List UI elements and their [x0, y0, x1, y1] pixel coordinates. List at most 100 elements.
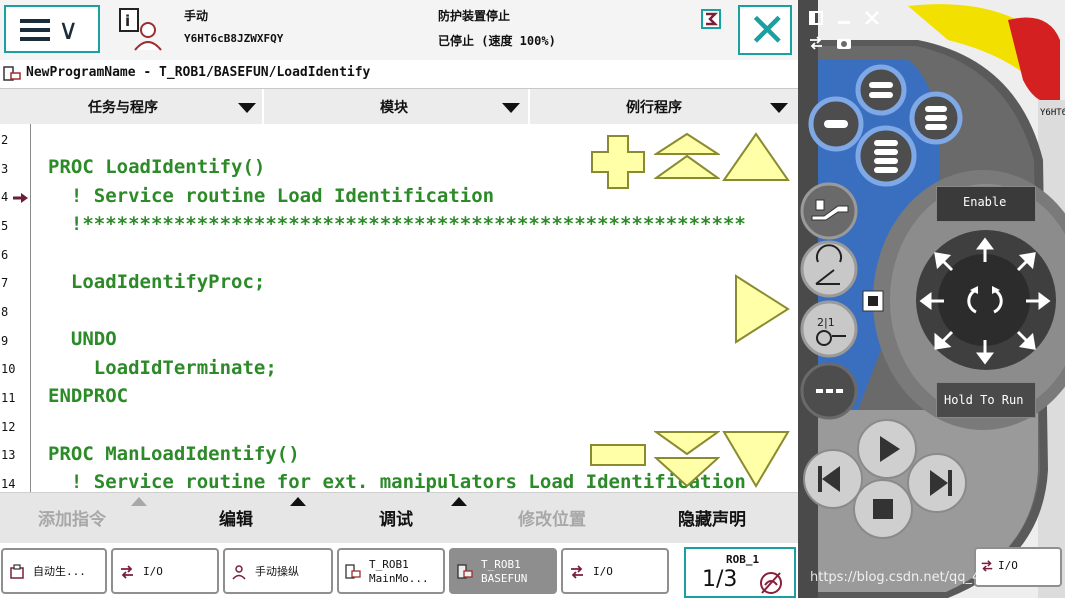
scroll-down-icon[interactable]: [722, 430, 790, 492]
close-icon: ✕: [748, 3, 787, 57]
swap-icon[interactable]: [808, 36, 824, 50]
taskbar-item-io[interactable]: I/O: [111, 548, 219, 594]
taskbar-item-autogen[interactable]: 自动生...: [1, 548, 107, 594]
camera-icon[interactable]: [836, 36, 852, 50]
taskbar-sublabel: MainMo...: [369, 572, 429, 585]
operator-info-icon[interactable]: i: [116, 6, 166, 54]
page-up-icon[interactable]: [654, 132, 720, 182]
line-number: 4: [1, 190, 9, 204]
add-instruction-button[interactable]: 添加指令: [38, 505, 106, 530]
code-line[interactable]: ! Service routine Load Identification: [48, 185, 494, 207]
chevron-down-icon: [770, 103, 788, 113]
key-4-button[interactable]: [854, 124, 918, 188]
modify-position-button[interactable]: 修改位置: [518, 505, 586, 530]
operating-mode: 手动: [184, 9, 209, 23]
taskbar-label: T_ROB1: [369, 558, 409, 571]
scroll-right-icon[interactable]: [734, 274, 790, 344]
zoom-in-icon[interactable]: [588, 132, 648, 192]
mechanical-unit-label: ROB_1: [726, 553, 760, 566]
scroll-up-icon[interactable]: [722, 132, 790, 184]
watermark-text: https://blog.csdn.net/qq_42033009: [810, 570, 1039, 585]
quickset-button[interactable]: ROB_1 1/3: [684, 547, 796, 598]
chevron-down-icon: [502, 103, 520, 113]
code-line[interactable]: LoadIdTerminate;: [48, 357, 277, 379]
stop-button[interactable]: [852, 478, 914, 540]
tab-routines[interactable]: 例行程序: [530, 89, 798, 125]
line-number: 8: [1, 305, 9, 319]
code-line[interactable]: PROC LoadIdentify(): [48, 156, 265, 178]
program-icon: [345, 564, 361, 579]
restore-window-icon[interactable]: [808, 10, 824, 26]
line-number: 9: [1, 334, 9, 348]
zoom-out-icon[interactable]: [588, 442, 648, 468]
jogging-icon: [232, 565, 246, 580]
toggle-increment-button[interactable]: 2|1: [800, 300, 858, 358]
svg-text:i: i: [125, 12, 130, 30]
line-number: 3: [1, 162, 9, 176]
taskbar-item-basefun-active[interactable]: T_ROB1 BASEFUN: [449, 548, 557, 594]
code-editor[interactable]: 2 3 4 5 6 7 8 9 10 11 12 13 14 PROC Load…: [0, 124, 798, 492]
flexpendant-screen: ∨ i 手动 Y6HT6cB8JZWXFQY 防护装置停止 已停止 (速度 10…: [0, 0, 798, 598]
code-line[interactable]: LoadIdentifyProc;: [48, 271, 265, 293]
line-number: 2: [1, 133, 9, 147]
chevron-up-icon: [290, 497, 306, 506]
hard-key-dash-button[interactable]: [800, 362, 858, 420]
chevron-up-icon: [131, 497, 147, 506]
line-number: 14: [1, 477, 16, 491]
line-number: 6: [1, 248, 9, 262]
chevron-up-icon: [451, 497, 467, 506]
minimize-icon[interactable]: [836, 10, 852, 26]
taskbar-label: 自动生...: [33, 565, 86, 578]
run-state: 已停止 (速度 100%): [438, 34, 556, 48]
close-window-icon[interactable]: [864, 10, 880, 26]
line-number: 7: [1, 276, 9, 290]
tab-tasks-and-programs[interactable]: 任务与程序: [0, 89, 264, 125]
taskbar-item-jogging[interactable]: 手动操纵: [223, 548, 333, 594]
toggle-motion-mode-button[interactable]: [800, 240, 858, 298]
code-line[interactable]: UNDO: [48, 328, 117, 350]
program-pointer-icon: [13, 193, 28, 203]
io-icon: [571, 565, 583, 579]
joystick[interactable]: [918, 236, 1052, 366]
chevron-down-icon: [238, 103, 256, 113]
page-down-icon[interactable]: [654, 430, 720, 492]
task-fraction: 1/3: [702, 567, 738, 592]
hamburger-icon: [20, 19, 50, 41]
key-2-button[interactable]: [853, 64, 909, 116]
io-icon: [121, 565, 133, 579]
taskbar-label: I/O: [143, 565, 163, 578]
line-number-gutter: 2 3 4 5 6 7 8 9 10 11 12 13 14: [0, 124, 31, 492]
hide-declarations-button[interactable]: 隐藏声明: [678, 505, 746, 530]
code-line[interactable]: !***************************************…: [48, 213, 746, 235]
close-button[interactable]: ✕: [738, 3, 792, 57]
enable-button[interactable]: Enable: [936, 186, 1036, 222]
enable-indicator-icon: [862, 290, 884, 312]
taskbar-item-io-2[interactable]: I/O: [561, 548, 669, 594]
main-menu-button[interactable]: ∨: [4, 5, 100, 53]
selector-tabs: 任务与程序 模块 例行程序: [0, 88, 798, 126]
speed-gauge-icon: [760, 572, 782, 594]
line-number: 5: [1, 219, 9, 233]
select-mechanical-unit-button[interactable]: [800, 182, 858, 240]
speed-status-icon: [701, 9, 721, 29]
code-line[interactable]: ENDPROC: [48, 385, 128, 407]
line-number: 11: [1, 391, 16, 405]
taskbar-sublabel: BASEFUN: [481, 572, 528, 585]
tab-modules[interactable]: 模块: [264, 89, 530, 125]
tab-label: 任务与程序: [88, 100, 158, 116]
production-icon: [10, 564, 24, 579]
step-forward-button[interactable]: [906, 452, 968, 514]
edit-button[interactable]: 编辑: [219, 505, 253, 530]
debug-button[interactable]: 调试: [379, 505, 413, 530]
controller-id: Y6HT6cB8JZWXFQY: [184, 32, 284, 45]
taskbar-label: 手动操纵: [255, 565, 299, 578]
taskbar-item-mainmodule[interactable]: T_ROB1 MainMo...: [337, 548, 445, 594]
program-icon: [3, 66, 21, 81]
tab-label: 例行程序: [626, 100, 682, 116]
program-icon: [457, 564, 473, 579]
hold-to-run-label: Hold To Run: [944, 393, 1024, 407]
taskbar-label: T_ROB1: [481, 558, 521, 571]
code-line[interactable]: PROC ManLoadIdentify(): [48, 443, 300, 465]
hold-to-run-button[interactable]: Hold To Run: [936, 382, 1036, 418]
code-line[interactable]: ! Service routine for ext. manipulators …: [48, 471, 746, 492]
